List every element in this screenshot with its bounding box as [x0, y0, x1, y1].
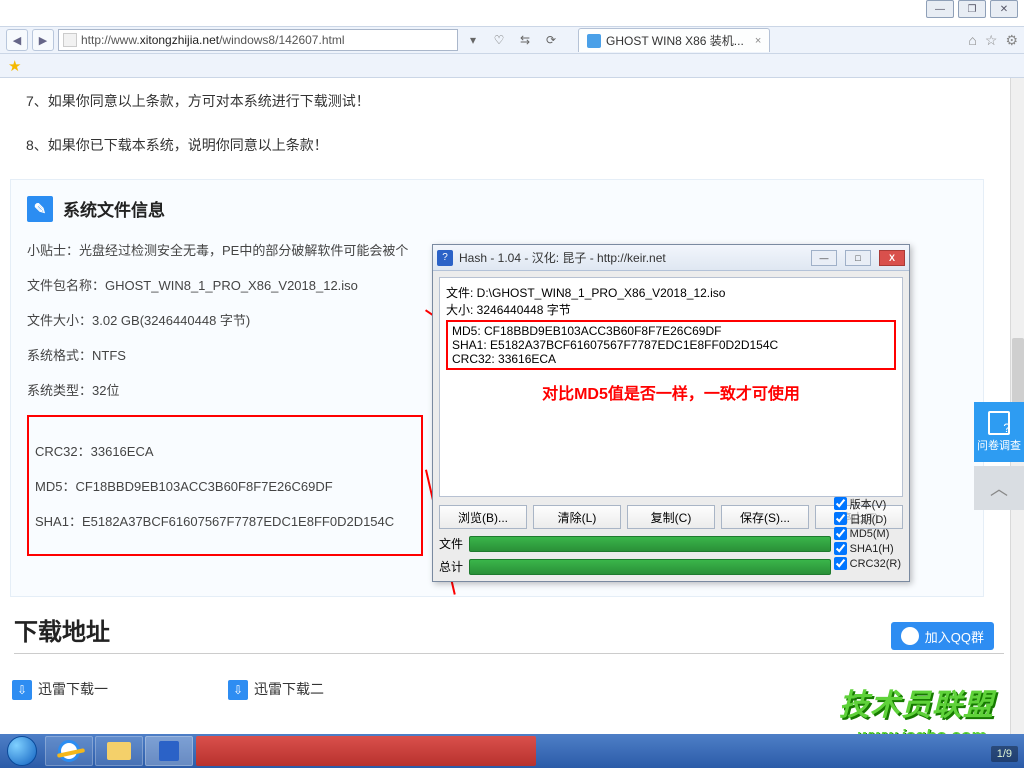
file-info-icon: ✎: [27, 196, 53, 222]
terms-line-8: 8、如果你已下载本系统，说明你同意以上条款！: [26, 134, 984, 156]
site-favicon-icon: [63, 33, 77, 47]
windows-taskbar: [0, 734, 1024, 768]
chk-version[interactable]: 版本(V): [834, 496, 901, 511]
qq-icon: [901, 627, 919, 645]
hash-highlighted-box: MD5: CF18BBD9EB103ACC3B60F8F7E26C69DF SH…: [446, 320, 896, 370]
join-qq-group-button[interactable]: 加入QQ群: [891, 622, 994, 650]
survey-button[interactable]: 问卷调查: [974, 402, 1024, 462]
chk-sha1[interactable]: SHA1(H): [834, 541, 901, 556]
progress-file-label: 文件: [439, 535, 463, 552]
translate-icon[interactable]: ⇆: [514, 29, 536, 51]
hash-window-titlebar[interactable]: ? Hash - 1.04 - 汉化: 昆子 - http://keir.net…: [433, 245, 909, 271]
download-link-1[interactable]: ⇩迅雷下载一: [12, 679, 108, 700]
tab-title: GHOST WIN8 X86 装机...: [606, 32, 744, 49]
windows-orb-icon: [7, 736, 37, 766]
taskbar-ie[interactable]: [45, 736, 93, 766]
hash-output-textarea[interactable]: 文件: D:\GHOST_WIN8_1_PRO_X86_V2018_12.iso…: [439, 277, 903, 497]
taskbar-explorer[interactable]: [95, 736, 143, 766]
url-input[interactable]: http://www.xitongzhijia.net/windows8/142…: [58, 29, 458, 51]
progress-file-bar: [469, 536, 831, 552]
download-heading: 下载地址: [14, 612, 1004, 654]
tab-favicon-icon: [587, 34, 601, 48]
thunder-icon: ⇩: [228, 680, 248, 700]
hash-file-line: 文件: D:\GHOST_WIN8_1_PRO_X86_V2018_12.iso: [446, 284, 896, 301]
clear-button[interactable]: 清除(L): [533, 505, 621, 529]
dropdown-icon[interactable]: ▾: [462, 29, 484, 51]
progress-total-label: 总计: [439, 558, 463, 575]
hash-md5-line: MD5: CF18BBD9EB103ACC3B60F8F7E26C69DF: [452, 324, 890, 338]
home-icon[interactable]: ⌂: [968, 32, 976, 49]
chk-crc32[interactable]: CRC32(R): [834, 556, 901, 571]
hash-crc32-line: CRC32: 33616ECA: [452, 352, 890, 366]
watermark-text: 技术员联盟: [839, 680, 994, 724]
file-info-sha1: SHA1：E5182A37BCF61607567F7787EDC1E8FF0D2…: [35, 511, 415, 530]
terms-line-7: 7、如果你同意以上条款，方可对本系统进行下载测试！: [26, 90, 984, 112]
hash-size-line: 大小: 3246440448 字节: [446, 301, 896, 318]
browse-button[interactable]: 浏览(B)...: [439, 505, 527, 529]
file-info-crc32: CRC32：33616ECA: [35, 441, 415, 460]
chk-md5[interactable]: MD5(M): [834, 526, 901, 541]
progress-total-bar: [469, 559, 831, 575]
window-minimize-button[interactable]: —: [926, 0, 954, 18]
window-maximize-button[interactable]: ❐: [958, 0, 986, 18]
browser-tab[interactable]: GHOST WIN8 X86 装机... ×: [578, 28, 770, 52]
hash-app-icon: ?: [437, 250, 453, 266]
tab-close-icon[interactable]: ×: [755, 35, 761, 47]
save-button[interactable]: 保存(S)...: [721, 505, 809, 529]
hash-window-title: Hash - 1.04 - 汉化: 昆子 - http://keir.net: [459, 249, 666, 266]
nav-forward-button[interactable]: ▶: [32, 29, 54, 51]
hash-maximize-button[interactable]: □: [845, 250, 871, 266]
start-button[interactable]: [0, 734, 44, 768]
hash-sha1-line: SHA1: E5182A37BCF61607567F7787EDC1E8FF0D…: [452, 338, 890, 352]
survey-icon: [988, 411, 1010, 435]
ie-icon: [58, 740, 80, 762]
chk-date[interactable]: 日期(D): [834, 511, 901, 526]
add-favorite-icon[interactable]: ★: [8, 57, 21, 75]
heart-icon[interactable]: ♡: [488, 29, 510, 51]
hash-minimize-button[interactable]: —: [811, 250, 837, 266]
settings-icon[interactable]: ⚙: [1005, 32, 1018, 49]
file-info-heading: 系统文件信息: [63, 196, 165, 221]
hash-tool-window: ? Hash - 1.04 - 汉化: 昆子 - http://keir.net…: [432, 244, 910, 582]
window-close-button[interactable]: ✕: [990, 0, 1018, 18]
favorites-icon[interactable]: ☆: [985, 32, 998, 49]
refresh-icon[interactable]: ⟳: [540, 29, 562, 51]
download-link-2[interactable]: ⇩迅雷下载二: [228, 679, 324, 700]
nav-back-button[interactable]: ◀: [6, 29, 28, 51]
highlighted-checksums-box: CRC32：33616ECA MD5：CF18BBD9EB103ACC3B60F…: [27, 415, 423, 556]
taskbar-hash[interactable]: [145, 736, 193, 766]
favorites-bar: ★: [0, 54, 1024, 78]
annotation-text: 对比MD5值是否一样，一致才可使用: [446, 380, 896, 404]
file-info-md5: MD5：CF18BBD9EB103ACC3B60F8F7E26C69DF: [35, 476, 415, 495]
folder-icon: [107, 742, 131, 760]
thunder-icon: ⇩: [12, 680, 32, 700]
browser-address-bar: ◀ ▶ http://www.xitongzhijia.net/windows8…: [0, 26, 1024, 54]
copy-button[interactable]: 复制(C): [627, 505, 715, 529]
taskbar-active-app[interactable]: [196, 736, 536, 766]
hash-options-checkboxes: 版本(V) 日期(D) MD5(M) SHA1(H) CRC32(R): [834, 496, 901, 571]
hash-close-button[interactable]: X: [879, 250, 905, 266]
url-text: http://www.xitongzhijia.net/windows8/142…: [81, 33, 345, 47]
tray-counter: 1/9: [991, 746, 1018, 762]
scroll-to-top-button[interactable]: ︿: [974, 466, 1024, 510]
hash-taskbar-icon: [159, 741, 179, 761]
